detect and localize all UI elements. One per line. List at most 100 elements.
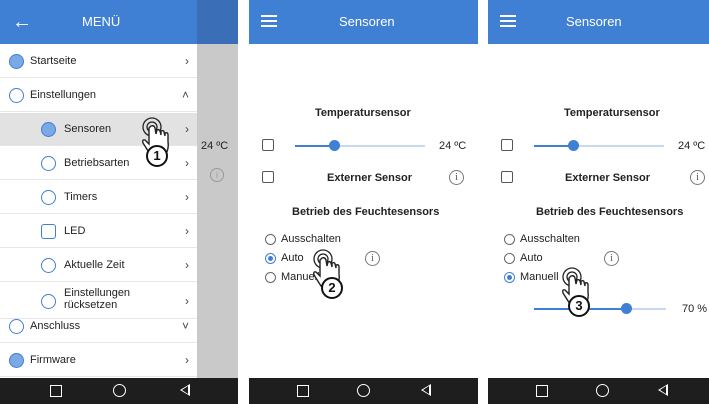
menu-item-label: LED [64,225,86,237]
back-triangle-icon[interactable] [421,384,431,396]
menu-item-label: Einstellungen rücksetzen [64,287,131,311]
temp-sensor-title: Temperatursensor [315,107,411,119]
recents-icon[interactable] [536,385,548,397]
home-button-icon[interactable] [596,384,609,397]
chevron-right-icon: › [185,224,189,238]
android-navbar [0,378,238,404]
settings-icon [9,88,24,103]
hamburger-menu-icon[interactable] [261,15,277,27]
temp-sensor-title: Temperatursensor [564,107,660,119]
humidity-value: 70 % [682,303,708,315]
radio-label-auto: Auto [520,252,543,264]
screen-menu: 24 ºC i ← MENÜ Startseite › Einstellunge… [0,0,238,404]
menu-item-anschluss[interactable]: Anschluss ˅ [0,310,197,343]
step-badge: 3 [568,295,590,317]
menu-item-einstellungen[interactable]: Einstellungen ˄ [0,79,197,112]
back-triangle-icon[interactable] [658,384,668,396]
firmware-icon [9,353,24,368]
external-sensor-label: Externer Sensor [327,172,412,184]
external-sensor-checkbox[interactable] [262,171,274,183]
step-badge: 1 [146,145,168,167]
home-button-icon[interactable] [113,384,126,397]
background-temp-value: 24 ºC [201,140,229,152]
radio-label-ausschalten: Ausschalten [281,233,341,245]
app-bar: Sensoren [249,0,478,44]
radio-auto[interactable] [504,253,515,264]
external-sensor-label: Externer Sensor [565,172,650,184]
humidity-title: Betrieb des Feuchtesensors [292,206,440,218]
drawer-header: ← MENÜ [0,0,197,44]
temp-value: 24 ºC [678,140,706,152]
step-badge: 2 [321,277,343,299]
chevron-right-icon: › [185,122,189,136]
app-bar: Sensoren [488,0,709,44]
menu-item-label: Anschluss [30,320,81,332]
nav-drawer: ← MENÜ Startseite › Einstellungen ˄ Sens… [0,0,197,378]
info-icon[interactable]: i [449,170,464,185]
temp-sensor-checkbox[interactable] [262,139,274,151]
menu-item-label: Timers [64,191,98,203]
hamburger-menu-icon[interactable] [500,15,516,27]
radio-label-auto: Auto [281,252,304,264]
radio-manuell[interactable] [504,272,515,283]
timer-icon [41,190,56,205]
background-screen: 24 ºC i [197,0,238,378]
menu-item-label: Betriebsarten [64,157,130,169]
mode-icon [41,156,56,171]
background-info-icon: i [210,168,224,182]
menu-item-timers[interactable]: Timers › [0,181,197,214]
chevron-right-icon: › [185,190,189,204]
chevron-right-icon: › [185,258,189,272]
external-sensor-checkbox[interactable] [501,171,513,183]
page-title: Sensoren [339,14,395,29]
humidity-title: Betrieb des Feuchtesensors [536,206,684,218]
radio-manuell[interactable] [265,272,276,283]
radio-label-manuell: Manuell [520,271,559,283]
menu-item-label: Sensoren [64,123,112,135]
menu-item-label: Startseite [30,55,77,67]
bulb-icon [41,224,56,239]
info-icon[interactable]: i [604,251,619,266]
menu-item-label: Firmware [30,354,76,366]
recents-icon[interactable] [50,385,62,397]
radio-auto[interactable] [265,253,276,264]
back-triangle-icon[interactable] [180,384,190,396]
info-icon[interactable]: i [365,251,380,266]
radio-ausschalten[interactable] [265,234,276,245]
android-navbar [249,378,478,404]
sensor-icon [41,122,56,137]
android-navbar [488,378,709,404]
menu-item-label: Einstellungen [30,89,97,101]
humidity-slider-handle[interactable] [621,303,632,314]
menu-item-firmware[interactable]: Firmware › [0,344,197,377]
home-button-icon[interactable] [357,384,370,397]
screen-sensoren-auto: Sensoren Temperatursensor 24 ºC Externer… [249,0,478,404]
drawer-title: MENÜ [82,14,121,29]
menu-item-startseite[interactable]: Startseite › [0,45,197,78]
chevron-right-icon: › [185,156,189,170]
radio-ausschalten[interactable] [504,234,515,245]
menu-item-label: Aktuelle Zeit [64,259,125,271]
reset-icon [41,294,56,309]
info-icon[interactable]: i [690,170,705,185]
background-appbar [197,0,238,44]
menu-item-aktuelle-zeit[interactable]: Aktuelle Zeit › [0,249,197,282]
temp-sensor-checkbox[interactable] [501,139,513,151]
chevron-right-icon: › [185,294,189,308]
chevron-right-icon: › [185,353,189,367]
temp-value: 24 ºC [439,140,467,152]
temp-slider-handle[interactable] [329,140,340,151]
chevron-down-icon: ˅ [181,319,189,333]
page-title: Sensoren [566,14,622,29]
radio-label-ausschalten: Ausschalten [520,233,580,245]
back-arrow-icon[interactable]: ← [12,12,32,32]
chevron-up-icon: ˄ [181,88,189,102]
chevron-right-icon: › [185,54,189,68]
recents-icon[interactable] [297,385,309,397]
temp-slider-handle[interactable] [568,140,579,151]
screen-sensoren-manuell: Sensoren Temperatursensor 24 ºC Externer… [488,0,709,404]
share-icon [9,319,24,334]
home-icon [9,54,24,69]
menu-item-led[interactable]: LED › [0,215,197,248]
clock-icon [41,258,56,273]
